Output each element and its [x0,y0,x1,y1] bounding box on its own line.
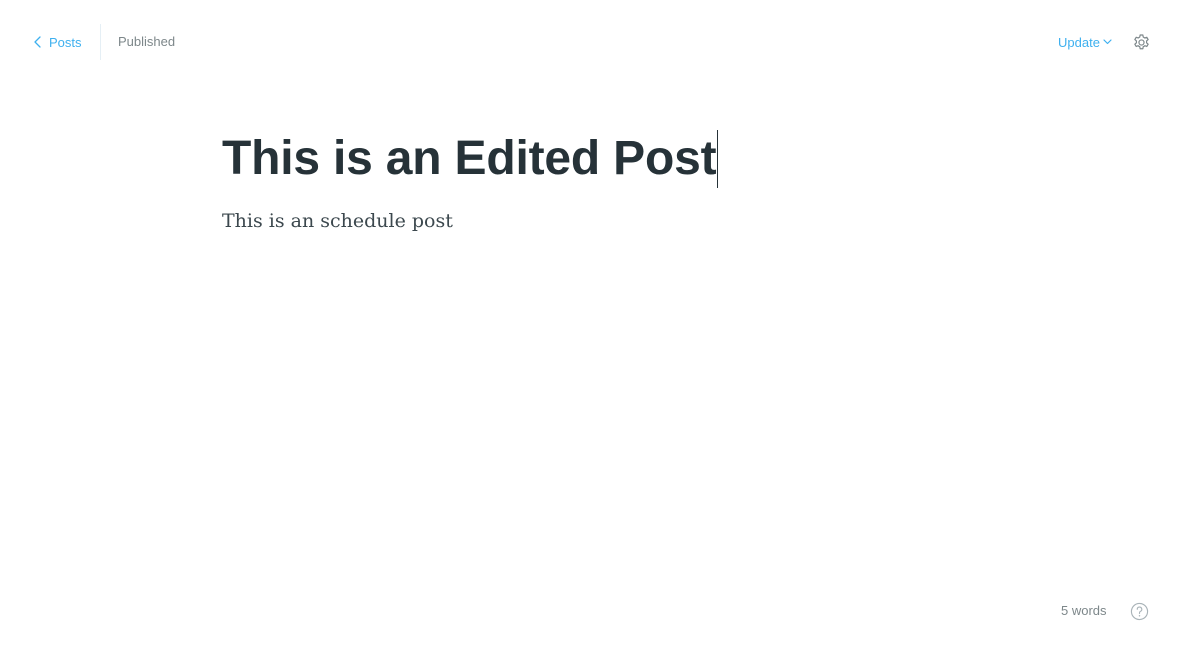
update-button[interactable]: Update [1058,33,1112,51]
post-title-input[interactable]: This is an Edited Post [222,128,719,190]
back-link-label: Posts [49,34,82,50]
editor-area: This is an Edited Post This is an schedu… [222,128,962,235]
header-divider [100,24,101,60]
post-status: Published [118,34,176,49]
word-count: 5 words [1061,603,1107,618]
text-cursor [717,130,719,188]
chevron-left-icon [34,36,41,48]
post-body-text: This is an schedule post [222,210,453,232]
post-title-text: This is an Edited Post [222,132,717,185]
chevron-down-icon [1103,39,1112,45]
gear-icon [1134,34,1149,50]
question-circle-icon [1130,602,1149,621]
editor-header: Posts Published Update [0,0,1184,84]
settings-button[interactable] [1132,33,1151,52]
back-to-posts-link[interactable]: Posts [34,33,82,51]
update-button-label: Update [1058,34,1100,50]
post-body-editor[interactable]: This is an schedule post [222,207,962,235]
help-button[interactable] [1130,602,1149,621]
